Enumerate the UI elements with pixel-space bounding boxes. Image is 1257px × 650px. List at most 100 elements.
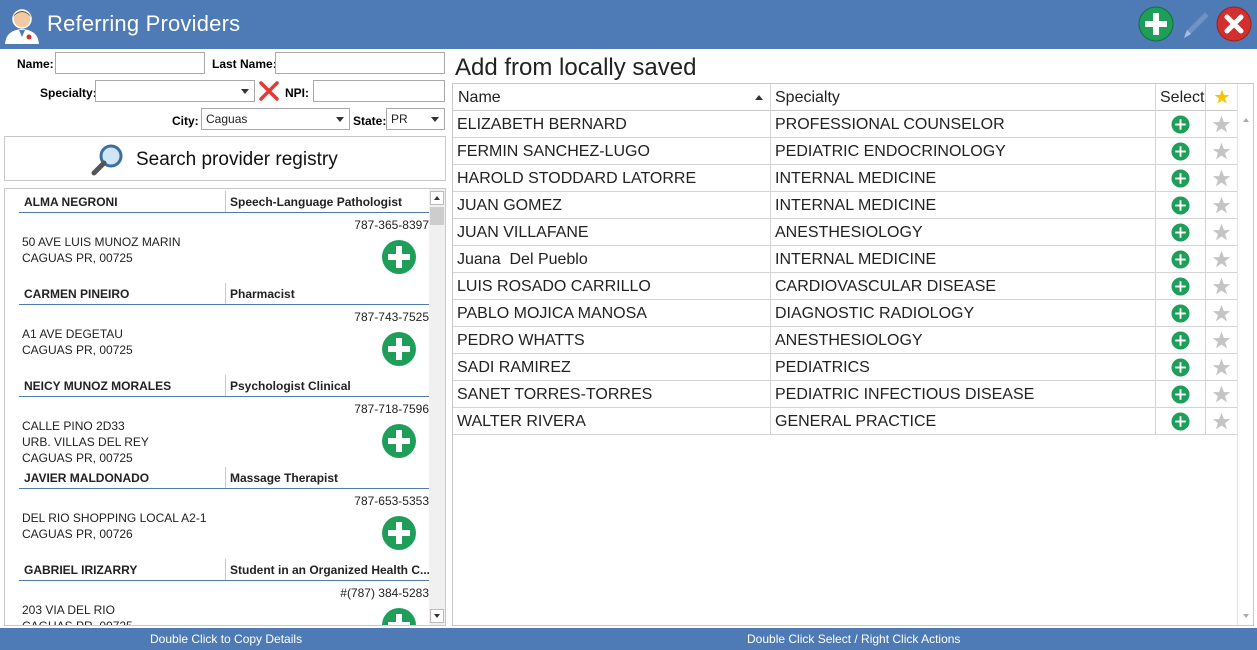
provider-result-card[interactable]: NEICY MUNOZ MORALES Psychologist Clinical… [19,373,435,465]
scroll-up-arrow-icon[interactable] [1240,114,1252,126]
provider-address-line: CAGUAS PR, 00726 [22,527,133,541]
saved-provider-row[interactable]: SADI RAMIREZ PEDIATRICS [453,354,1237,381]
scroll-up-arrow-icon[interactable] [430,191,444,205]
scroll-thumb[interactable] [430,207,444,225]
favorite-star-icon[interactable] [1212,277,1231,296]
name-input[interactable] [55,52,205,74]
results-scrollbar[interactable] [429,189,445,625]
column-header-name[interactable]: Name [458,89,501,107]
saved-provider-name: SADI RAMIREZ [457,359,571,376]
close-button[interactable] [1216,6,1252,42]
select-plus-icon[interactable] [1171,385,1190,404]
favorite-star-icon[interactable] [1212,385,1231,404]
last-name-input[interactable] [275,52,445,74]
saved-provider-row[interactable]: SANET TORRES-TORRES PEDIATRIC INFECTIOUS … [453,381,1237,408]
edit-pencil-icon[interactable] [1178,6,1214,42]
add-provider-button[interactable] [1138,6,1174,42]
provider-address-line: CALLE PINO 2D33 [22,419,125,433]
provider-address-line: 203 VIA DEL RIO [22,603,115,617]
saved-provider-row[interactable]: LUIS ROSADO CARRILLO CARDIOVASCULAR DISEA… [453,273,1237,300]
column-header-select[interactable]: Select [1160,89,1204,107]
saved-provider-row[interactable]: PEDRO WHATTS ANESTHESIOLOGY [453,327,1237,354]
select-plus-icon[interactable] [1171,142,1190,161]
favorite-star-icon[interactable] [1212,196,1231,215]
chevron-down-icon [431,117,439,122]
search-provider-registry-button[interactable]: Search provider registry [4,136,446,181]
provider-address-line: CAGUAS PR, 00725 [22,251,133,265]
favorite-star-icon[interactable] [1212,412,1231,431]
saved-provider-row[interactable]: WALTER RIVERA GENERAL PRACTICE [453,408,1237,435]
title-bar: Referring Providers [0,0,1257,49]
header-divider [225,467,226,488]
select-plus-icon[interactable] [1171,115,1190,134]
grid-scrollbar[interactable] [1237,84,1253,625]
provider-result-card[interactable]: JAVIER MALDONADO Massage Therapist 787-653… [19,465,435,557]
select-plus-icon[interactable] [1171,277,1190,296]
favorite-star-icon[interactable] [1212,142,1231,161]
favorite-star-icon[interactable] [1212,358,1231,377]
saved-provider-specialty: PEDIATRIC ENDOCRINOLOGY [775,143,1006,160]
favorite-star-icon[interactable] [1212,250,1231,269]
name-label: Name: [17,57,54,71]
favorite-star-icon[interactable] [1212,331,1231,350]
scroll-down-arrow-icon[interactable] [1240,610,1252,622]
city-dropdown[interactable]: Caguas [201,108,350,130]
saved-provider-specialty: ANESTHESIOLOGY [775,224,923,241]
specialty-dropdown[interactable] [95,80,255,102]
provider-result-card[interactable]: ALMA NEGRONI Speech-Language Pathologist 7… [19,189,435,281]
saved-provider-row[interactable]: Juana Del Pueblo INTERNAL MEDICINE [453,246,1237,273]
saved-provider-specialty: ANESTHESIOLOGY [775,332,923,349]
saved-provider-specialty: INTERNAL MEDICINE [775,251,937,268]
select-plus-icon[interactable] [1171,196,1190,215]
saved-providers-grid[interactable]: Name Specialty Select ELIZABETH BERNARD P… [452,83,1254,626]
scroll-down-arrow-icon[interactable] [430,609,444,623]
select-plus-icon[interactable] [1171,331,1190,350]
provider-result-card[interactable]: GABRIEL IRIZARRY Student in an Organized … [19,557,435,625]
favorite-star-icon[interactable] [1212,169,1231,188]
add-provider-icon[interactable] [381,515,417,551]
provider-name: JAVIER MALDONADO [24,471,150,485]
star-icon[interactable] [1214,89,1230,105]
status-left-hint: Double Click to Copy Details [150,632,303,646]
saved-provider-name: WALTER RIVERA [457,413,586,430]
select-plus-icon[interactable] [1171,412,1190,431]
favorite-star-icon[interactable] [1212,304,1231,323]
saved-provider-specialty: PEDIATRIC INFECTIOUS DISEASE [775,386,1035,403]
provider-results-list[interactable]: ALMA NEGRONI Speech-Language Pathologist 7… [4,188,446,626]
saved-provider-specialty: PROFESSIONAL COUNSELOR [775,116,1005,133]
select-plus-icon[interactable] [1171,223,1190,242]
saved-provider-row[interactable]: HAROLD STODDARD LATORRE INTERNAL MEDICINE [453,165,1237,192]
card-underline [19,580,435,581]
provider-result-card[interactable]: CARMEN PINEIRO Pharmacist 787-743-7525 A1 A… [19,281,435,373]
saved-provider-row[interactable]: ELIZABETH BERNARD PROFESSIONAL COUNSELOR [453,111,1237,138]
state-dropdown[interactable]: PR [386,108,445,130]
add-provider-icon[interactable] [381,239,417,275]
provider-address-line: URB. VILLAS DEL REY [22,435,149,449]
saved-provider-row[interactable]: FERMIN SANCHEZ-LUGO PEDIATRIC ENDOCRINOLO… [453,138,1237,165]
saved-provider-specialty: INTERNAL MEDICINE [775,197,937,214]
add-provider-icon[interactable] [381,423,417,459]
saved-provider-row[interactable]: JUAN VILLAFANE ANESTHESIOLOGY [453,219,1237,246]
select-plus-icon[interactable] [1171,358,1190,377]
saved-provider-specialty: GENERAL PRACTICE [775,413,937,430]
column-header-specialty[interactable]: Specialty [775,89,840,107]
select-plus-icon[interactable] [1171,250,1190,269]
clear-specialty-icon[interactable] [258,80,280,102]
saved-provider-row[interactable]: PABLO MOJICA MANOSA DIAGNOSTIC RADIOLOGY [453,300,1237,327]
npi-input[interactable] [313,80,445,102]
add-provider-icon[interactable] [381,331,417,367]
select-plus-icon[interactable] [1171,169,1190,188]
chevron-down-icon [241,89,249,94]
provider-address-line: A1 AVE DEGETAU [22,327,123,341]
header-divider [225,191,226,212]
favorite-star-icon[interactable] [1212,115,1231,134]
saved-provider-row[interactable]: JUAN GOMEZ INTERNAL MEDICINE [453,192,1237,219]
header-divider [225,375,226,396]
select-plus-icon[interactable] [1171,304,1190,323]
provider-name: GABRIEL IRIZARRY [24,563,138,577]
add-provider-icon[interactable] [381,607,417,625]
saved-section-title: Add from locally saved [455,54,697,81]
sort-ascending-icon [755,95,763,100]
specialty-label: Specialty: [40,86,97,100]
favorite-star-icon[interactable] [1212,223,1231,242]
